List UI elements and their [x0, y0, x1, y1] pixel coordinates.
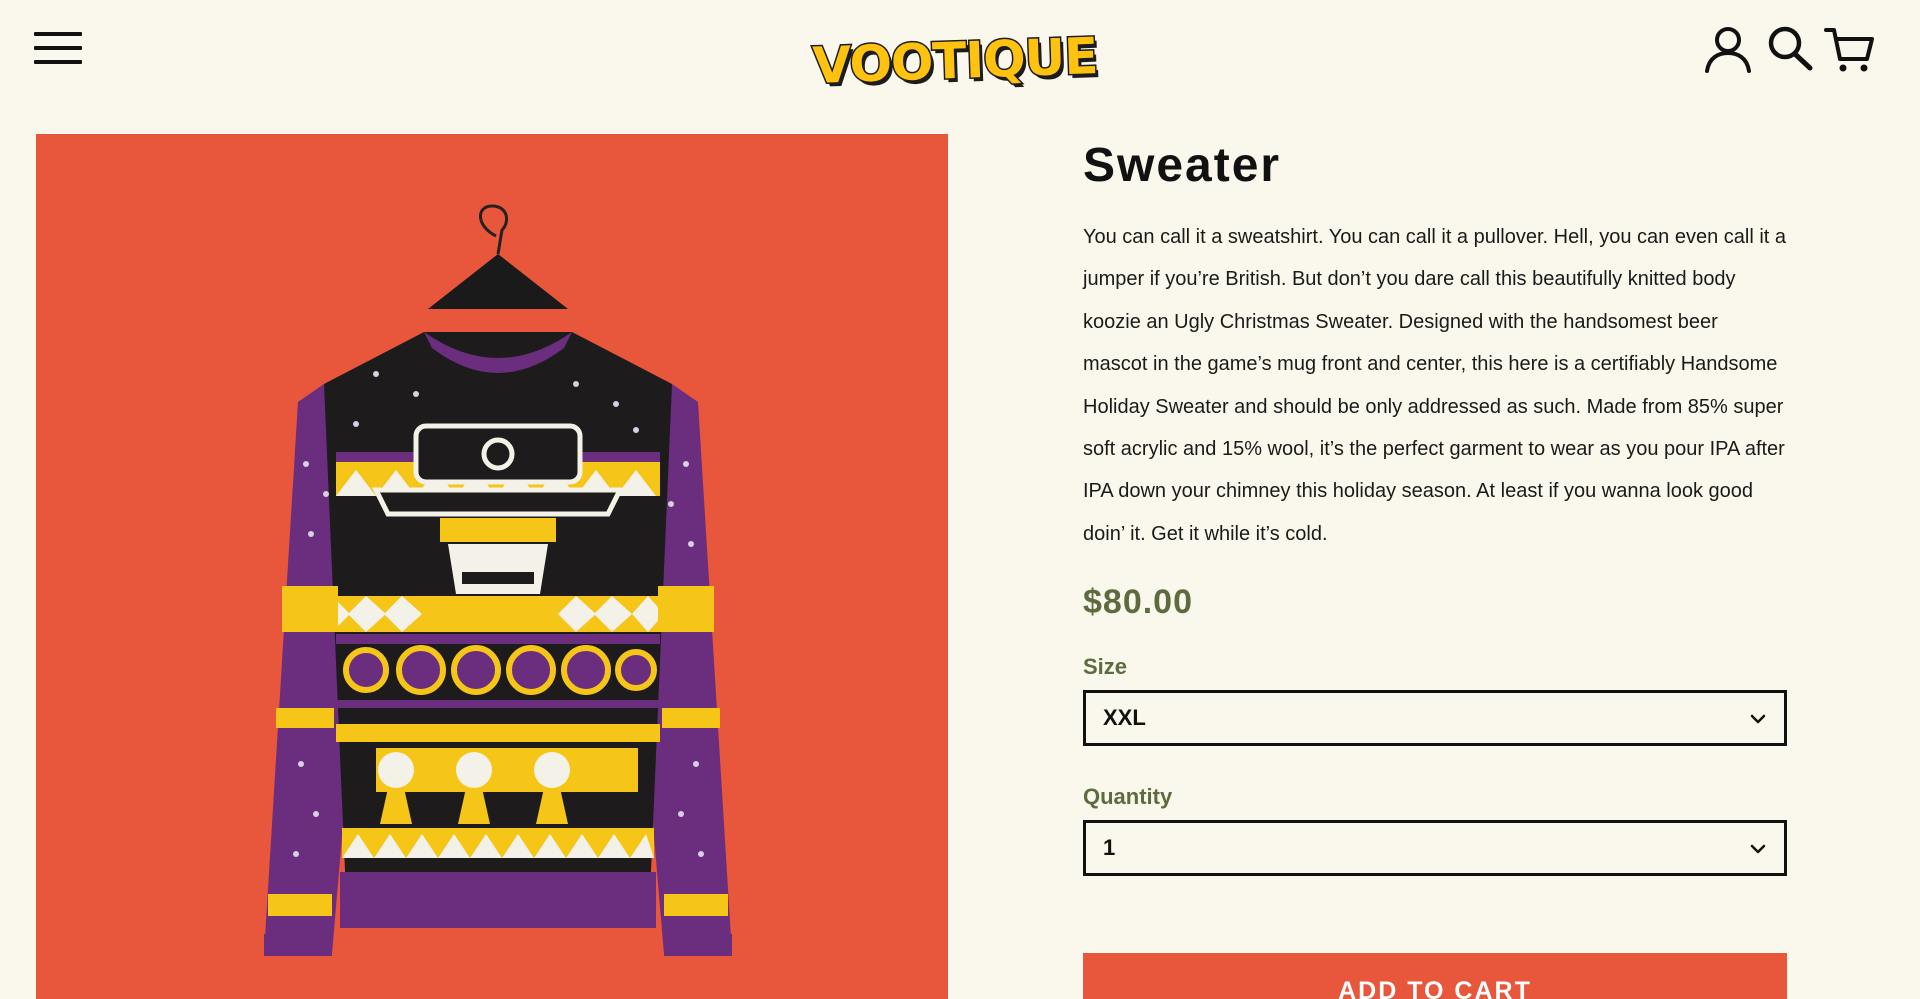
product-title: Sweater	[1083, 139, 1282, 192]
search-icon[interactable]	[1762, 22, 1818, 78]
cart-icon[interactable]	[1822, 22, 1878, 78]
site-header: VOOTIQUE	[0, 0, 1920, 130]
chevron-down-icon	[1750, 715, 1766, 724]
size-label: Size	[1083, 654, 1128, 680]
product-details: Sweater You can call it a sweatshirt. Yo…	[1083, 134, 1787, 877]
logo-text: VOOTIQUE	[810, 26, 1100, 97]
hanger-icon	[479, 204, 509, 255]
chevron-down-icon	[1750, 845, 1766, 854]
quantity-label: Quantity	[1083, 784, 1173, 810]
quantity-select[interactable]: 1	[1083, 820, 1787, 877]
product-price: $80.00	[1083, 583, 1193, 622]
product-image[interactable]	[36, 134, 948, 999]
site-logo[interactable]: VOOTIQUE	[810, 26, 1100, 97]
quantity-select-value: 1	[1103, 835, 1116, 861]
add-to-cart-button[interactable]: ADD TO CART	[1083, 953, 1787, 999]
size-select[interactable]: XXL	[1083, 690, 1787, 747]
product-description: You can call it a sweatshirt. You can ca…	[1083, 226, 1786, 545]
account-icon[interactable]	[1700, 22, 1756, 78]
menu-icon[interactable]	[34, 30, 84, 66]
size-select-value: XXL	[1103, 705, 1146, 731]
